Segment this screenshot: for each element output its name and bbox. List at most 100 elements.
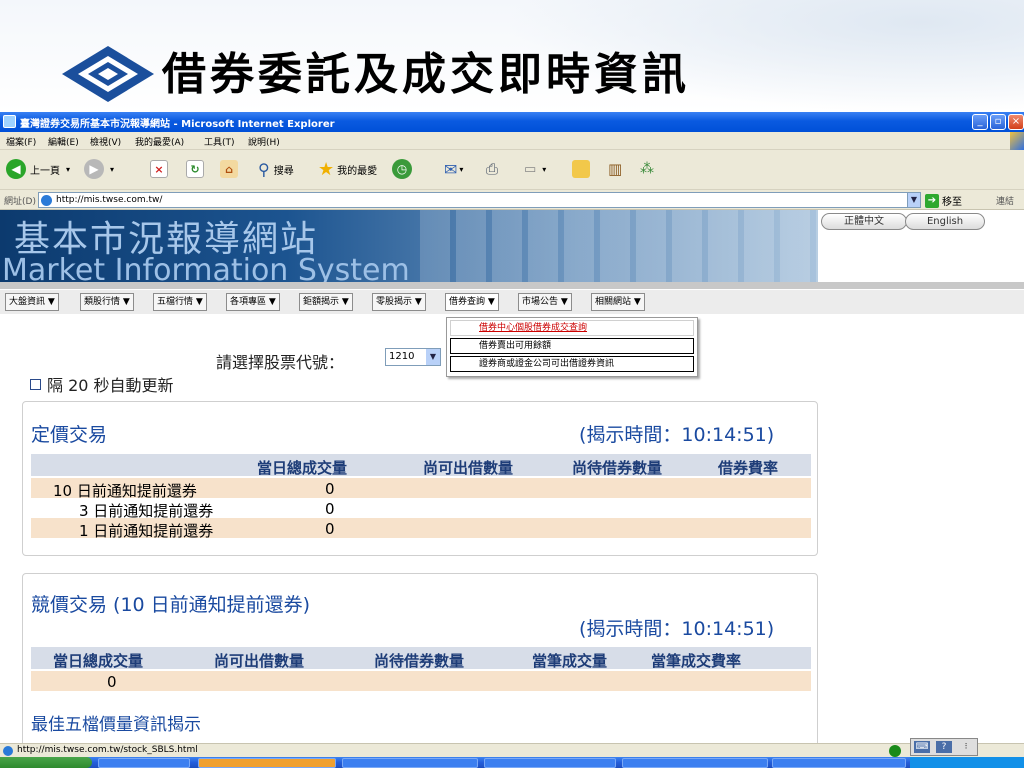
auction-panel: 競價交易 (10 日前通知提前還券) (揭示時間：10:14:51) 當日總成交… — [22, 573, 818, 743]
nav-related-sites[interactable]: 相關網站 ▼ — [591, 293, 645, 311]
nav-sector-quotes[interactable]: 類股行情 ▼ — [80, 293, 134, 311]
print-button[interactable]: ⎙ — [486, 157, 498, 181]
taskbar-quicklaunch[interactable] — [98, 758, 190, 768]
taskbar-item[interactable] — [772, 758, 906, 768]
star-icon: ★ — [318, 158, 335, 180]
home-button[interactable]: ⌂ — [220, 157, 238, 181]
links-label[interactable]: 連結 — [996, 194, 1014, 207]
nav-announcements[interactable]: 市場公告 ▼ — [518, 293, 572, 311]
table-row: 1 日前通知提前還券 0 — [31, 518, 811, 540]
lang-english-button[interactable]: English — [905, 213, 985, 230]
keyboard-graphic — [420, 210, 818, 282]
lang-traditional-button[interactable]: 正體中文 — [821, 213, 907, 230]
system-tray — [910, 757, 1024, 768]
menu-favorites[interactable]: 我的最愛(A) — [135, 135, 184, 148]
back-button[interactable]: ◀ 上一頁 ▾ — [6, 157, 70, 181]
history-button[interactable]: ◷ — [392, 157, 412, 181]
site-banner: 基本市況報導網站 Market Information System — [0, 210, 818, 282]
help-icon[interactable]: ? — [936, 741, 952, 753]
keyboard-icon[interactable]: ⌨ — [914, 741, 930, 753]
start-button[interactable] — [0, 757, 92, 768]
col-pending: 尚待借券數量 — [374, 652, 465, 670]
nav-special-zones[interactable]: 各項專區 ▼ — [226, 293, 280, 311]
fixed-price-panel: 定價交易 (揭示時間：10:14:51) 當日總成交量 尚可出借數量 尚待借券數… — [22, 401, 818, 556]
dropdown-item-lendable-securities[interactable]: 證券商或證金公司可出借證券資訊 — [450, 356, 694, 372]
minimize-button[interactable]: _ — [972, 114, 988, 130]
ie-toolbar: ◀ 上一頁 ▾ ▶ ▾ × ↻ ⌂ ⚲ 搜尋 ★ 我的最愛 ◷ ✉ ▾ ⎙ ▭ … — [0, 150, 1024, 190]
row-volume: 0 — [325, 480, 335, 498]
menu-help[interactable]: 說明(H) — [248, 135, 280, 148]
research-icon: ▥ — [608, 160, 623, 178]
back-label: 上一頁 — [30, 165, 60, 177]
fixed-price-title: 定價交易 — [31, 424, 108, 446]
search-label: 搜尋 — [273, 165, 294, 177]
address-dropdown-button[interactable]: ▼ — [907, 192, 921, 208]
auto-refresh-checkbox[interactable] — [30, 378, 41, 390]
go-button[interactable]: ➔ 移至 — [925, 193, 962, 208]
stock-select[interactable]: 1210 ▼ — [385, 348, 441, 366]
address-input[interactable]: http://mis.twse.com.tw/ — [38, 192, 908, 208]
folder-icon — [572, 160, 590, 178]
stock-select-value: 1210 — [389, 351, 415, 362]
folder-button[interactable] — [572, 157, 590, 181]
page-status-icon — [3, 746, 13, 756]
stock-select-label: 請選擇股票代號： — [216, 353, 345, 372]
nav-odd-lot[interactable]: 零股揭示 ▼ — [372, 293, 426, 311]
status-bar: http://mis.twse.com.tw/stock_SBLS.html — [0, 743, 1024, 757]
close-button[interactable]: × — [1008, 114, 1024, 130]
taskbar-item[interactable] — [622, 758, 768, 768]
edit-button[interactable]: ▭ ▾ — [524, 157, 546, 181]
table-row: 0 — [31, 671, 811, 691]
refresh-button[interactable]: ↻ — [186, 157, 204, 181]
row-volume: 0 — [325, 520, 335, 538]
favorites-button[interactable]: ★ 我的最愛 — [318, 157, 377, 181]
auction-time: (揭示時間：10:14:51) — [579, 618, 775, 640]
security-zone-icon — [889, 745, 901, 757]
auction-title: 競價交易 (10 日前通知提前還券) — [31, 594, 311, 616]
ie-icon — [3, 115, 16, 128]
row-label: 1 日前通知提前還券 — [79, 522, 214, 540]
mail-button[interactable]: ✉ ▾ — [444, 157, 463, 181]
status-url: http://mis.twse.com.tw/stock_SBLS.html — [17, 745, 198, 755]
stop-icon: × — [150, 160, 168, 178]
maximize-button[interactable]: ▫ — [990, 114, 1006, 130]
ime-options-icon[interactable]: ⁝ — [958, 741, 974, 753]
ime-toolbar[interactable]: ⌨ ? ⁝ — [910, 738, 978, 756]
sbl-dropdown-menu: 借券中心個股借券成交查詢 借券賣出可用餘額 證券商或證金公司可出借證券資訊 — [446, 317, 698, 377]
auto-refresh-option[interactable]: 隔 20 秒自動更新 — [30, 372, 174, 396]
nav-five-level-quotes[interactable]: 五檔行情 ▼ — [153, 293, 207, 311]
menu-file[interactable]: 檔案(F) — [6, 135, 36, 148]
stop-button[interactable]: × — [150, 157, 168, 181]
dropdown-item-sbl-trades[interactable]: 借券中心個股借券成交查詢 — [450, 320, 694, 336]
dropdown-item-short-balance[interactable]: 借券賣出可用餘額 — [450, 338, 694, 354]
taskbar-item[interactable] — [342, 758, 478, 768]
col-pending: 尚待借券數量 — [572, 459, 663, 477]
menu-tools[interactable]: 工具(T) — [204, 135, 235, 148]
search-icon: ⚲ — [258, 159, 270, 179]
forward-button[interactable]: ▶ ▾ — [84, 157, 114, 181]
research-button[interactable]: ▥ — [608, 157, 622, 181]
nav-block-trades[interactable]: 鉅額揭示 ▼ — [299, 293, 353, 311]
menu-edit[interactable]: 編輯(E) — [48, 135, 79, 148]
auction-table-header: 當日總成交量 尚可出借數量 尚待借券數量 當筆成交量 當筆成交費率 — [31, 647, 811, 670]
table-row: 3 日前通知提前還券 0 — [31, 498, 811, 520]
slide-title: 借券委託及成交即時資訊 — [162, 49, 690, 100]
nav-market-info[interactable]: 大盤資訊 ▼ — [5, 293, 59, 311]
windows-logo-icon — [1010, 132, 1024, 150]
taskbar-item[interactable] — [484, 758, 616, 768]
row-volume: 0 — [107, 673, 117, 691]
messenger-icon: ⁂ — [640, 161, 654, 177]
history-icon: ◷ — [392, 159, 412, 179]
back-arrow-icon: ◀ — [6, 159, 26, 179]
taskbar-item-active[interactable] — [198, 758, 336, 768]
window-titlebar: 臺灣證券交易所基本市況報導網站 - Microsoft Internet Exp… — [0, 112, 1024, 132]
nav-sbl-query[interactable]: 借券查詢 ▼ — [445, 293, 499, 311]
slide-header: 借券委託及成交即時資訊 — [0, 0, 1024, 112]
address-url: http://mis.twse.com.tw/ — [56, 195, 163, 205]
page-content: 基本市況報導網站 Market Information System 正體中文 … — [0, 210, 1024, 743]
menu-view[interactable]: 檢視(V) — [90, 135, 121, 148]
col-lendable: 尚可出借數量 — [214, 652, 305, 670]
messenger-button[interactable]: ⁂ — [640, 157, 654, 181]
search-button[interactable]: ⚲ 搜尋 — [258, 157, 294, 181]
site-nav: 大盤資訊 ▼ 類股行情 ▼ 五檔行情 ▼ 各項專區 ▼ 鉅額揭示 ▼ 零股揭示 … — [0, 290, 1024, 314]
